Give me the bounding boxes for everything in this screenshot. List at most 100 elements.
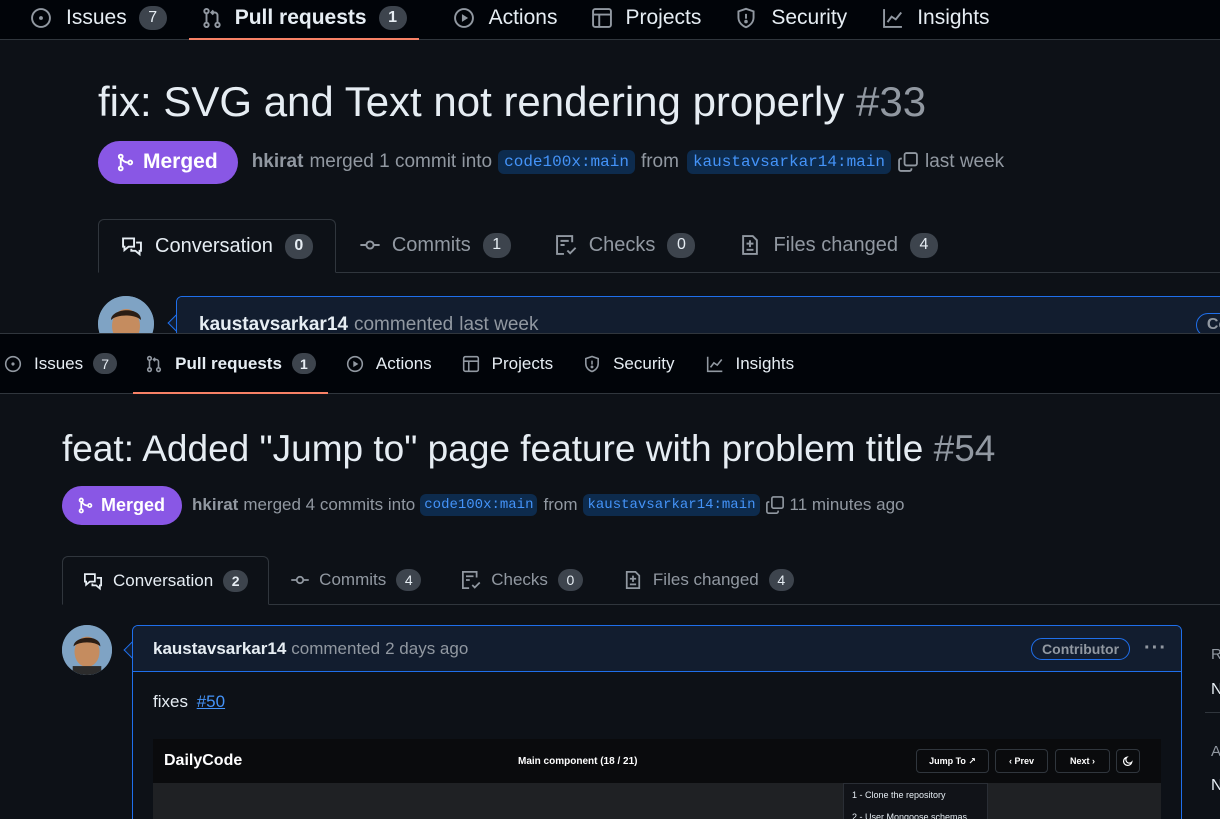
kebab-menu-icon[interactable]: ··· bbox=[1144, 637, 1167, 660]
nav-insights-label: Insights bbox=[917, 6, 989, 30]
pr-title-text: fix: SVG and Text not rendering properly bbox=[98, 78, 844, 125]
table-icon bbox=[591, 7, 613, 29]
merged-badge-label: Merged bbox=[143, 150, 218, 174]
embedded-app-header: DailyCode Main component (18 / 21) Jump … bbox=[153, 739, 1161, 783]
pr-number: #33 bbox=[856, 78, 926, 125]
comment-header: kaustavsarkar14 commented 2 days ago Con… bbox=[133, 626, 1181, 672]
nav-actions[interactable]: Actions bbox=[346, 334, 432, 393]
tab-commits-count: 1 bbox=[483, 233, 511, 258]
nav-issues[interactable]: Issues 7 bbox=[30, 0, 167, 39]
old-pr-screenshot: Issues 7 Pull requests 1 Actions Project… bbox=[0, 0, 1220, 333]
comment-author[interactable]: kaustavsarkar14 bbox=[199, 314, 348, 334]
pr-tabs: Conversation 0 Commits 1 Checks 0 Files … bbox=[98, 219, 1220, 273]
pr-title: fix: SVG and Text not rendering properly… bbox=[98, 78, 926, 126]
copy-icon[interactable] bbox=[765, 495, 785, 515]
comment-action: commented bbox=[354, 314, 453, 334]
nav-issues-count: 7 bbox=[93, 353, 117, 374]
git-pull-request-icon bbox=[201, 7, 223, 29]
pr-meta: Merged hkirat merged 1 commit into code1… bbox=[98, 141, 1004, 183]
tab-conversation-count: 0 bbox=[285, 234, 313, 259]
nav-pull-requests[interactable]: Pull requests 1 bbox=[145, 334, 316, 393]
nav-issues-label: Issues bbox=[66, 6, 127, 30]
pr-merge-text: merged 1 commit into bbox=[309, 151, 492, 173]
tab-conversation-label: Conversation bbox=[113, 571, 213, 591]
tab-files-changed[interactable]: Files changed 4 bbox=[717, 218, 960, 272]
git-commit-icon bbox=[358, 234, 382, 256]
tab-checks-count: 0 bbox=[558, 569, 583, 591]
nav-projects[interactable]: Projects bbox=[591, 0, 701, 39]
avatar[interactable] bbox=[98, 296, 154, 333]
nav-security-label: Security bbox=[613, 354, 674, 374]
tab-checks[interactable]: Checks 0 bbox=[441, 555, 603, 604]
embedded-app-heading: Main component (18 / 21) bbox=[518, 756, 637, 767]
next-button[interactable]: Next › bbox=[1055, 749, 1110, 773]
pr-title: feat: Added "Jump to" page feature with … bbox=[62, 428, 995, 470]
base-branch[interactable]: code100x:main bbox=[420, 494, 537, 516]
jump-to-menu-item[interactable]: 1 - Clone the repository bbox=[844, 784, 987, 806]
nav-insights[interactable]: Insights bbox=[881, 0, 989, 39]
nav-actions-label: Actions bbox=[376, 354, 432, 374]
tab-conversation[interactable]: Conversation 2 bbox=[62, 556, 269, 605]
comment-box: kaustavsarkar14 commented last week Cont… bbox=[176, 296, 1220, 333]
theme-toggle-icon[interactable] bbox=[1116, 749, 1140, 773]
comment-discussion-icon bbox=[83, 571, 103, 591]
merged-badge: Merged bbox=[98, 141, 238, 184]
tab-checks-count: 0 bbox=[667, 233, 695, 258]
tab-files-changed[interactable]: Files changed 4 bbox=[603, 555, 814, 604]
nav-projects[interactable]: Projects bbox=[462, 334, 553, 393]
nav-projects-label: Projects bbox=[625, 6, 701, 30]
sidebar-reviewers-heading: R bbox=[1211, 646, 1220, 663]
pr-merger[interactable]: hkirat bbox=[192, 495, 238, 515]
tab-conversation[interactable]: Conversation 0 bbox=[98, 219, 336, 273]
pr-from-text: from bbox=[641, 151, 679, 173]
git-merge-icon bbox=[77, 497, 94, 514]
avatar[interactable] bbox=[62, 625, 112, 675]
contributor-badge: Contri bbox=[1196, 313, 1220, 334]
comment-author[interactable]: kaustavsarkar14 bbox=[153, 639, 286, 659]
sidebar-reviewers-value: N bbox=[1211, 681, 1220, 699]
base-branch[interactable]: code100x:main bbox=[498, 150, 635, 174]
merged-badge: Merged bbox=[62, 486, 182, 525]
issue-opened-icon bbox=[4, 355, 22, 373]
jump-to-button[interactable]: Jump To ↗ bbox=[916, 749, 989, 773]
nav-pull-requests[interactable]: Pull requests 1 bbox=[201, 0, 407, 39]
pr-merge-time: 11 minutes ago bbox=[790, 495, 905, 515]
pr-title-text: feat: Added "Jump to" page feature with … bbox=[62, 428, 923, 469]
issue-link[interactable]: #50 bbox=[197, 692, 225, 711]
pr-merger[interactable]: hkirat bbox=[252, 151, 304, 173]
pr-number: #54 bbox=[934, 428, 996, 469]
copy-icon[interactable] bbox=[897, 151, 919, 173]
comment-discussion-icon bbox=[121, 235, 143, 257]
tab-files-changed-label: Files changed bbox=[653, 570, 759, 590]
nav-security[interactable]: Security bbox=[583, 334, 674, 393]
sidebar-assignees-value: N bbox=[1211, 777, 1220, 795]
nav-actions[interactable]: Actions bbox=[453, 0, 558, 39]
embedded-app-screenshot: DailyCode Main component (18 / 21) Jump … bbox=[153, 739, 1161, 819]
checklist-icon bbox=[555, 234, 577, 256]
nav-security[interactable]: Security bbox=[735, 0, 847, 39]
tab-commits[interactable]: Commits 1 bbox=[336, 218, 533, 272]
tab-checks-label: Checks bbox=[589, 234, 656, 257]
prev-button[interactable]: ‹ Prev bbox=[995, 749, 1048, 773]
tab-checks-label: Checks bbox=[491, 570, 548, 590]
nav-issues[interactable]: Issues 7 bbox=[4, 334, 117, 393]
git-commit-icon bbox=[289, 570, 311, 590]
comment-box: kaustavsarkar14 commented 2 days ago Con… bbox=[132, 625, 1182, 819]
comment-header: kaustavsarkar14 commented last week Cont… bbox=[177, 297, 1220, 333]
merged-badge-label: Merged bbox=[101, 495, 165, 516]
issue-opened-icon bbox=[30, 7, 52, 29]
pr-merge-text: merged 4 commits into bbox=[243, 495, 415, 515]
head-branch[interactable]: kaustavsarkar14:main bbox=[583, 494, 759, 516]
contributor-badge: Contributor bbox=[1031, 638, 1130, 660]
tab-commits[interactable]: Commits 4 bbox=[269, 555, 441, 604]
tab-commits-label: Commits bbox=[392, 234, 471, 257]
jump-to-menu-item[interactable]: 2 - User Mongoose schemas bbox=[844, 806, 987, 819]
tab-checks[interactable]: Checks 0 bbox=[533, 218, 718, 272]
pr-meta: Merged hkirat merged 4 commits into code… bbox=[62, 485, 905, 525]
comment-body-text: fixes bbox=[153, 692, 188, 711]
comment-time[interactable]: last week bbox=[459, 314, 538, 334]
head-branch[interactable]: kaustavsarkar14:main bbox=[687, 150, 891, 174]
shield-icon bbox=[583, 355, 601, 373]
comment-time[interactable]: 2 days ago bbox=[385, 639, 468, 659]
nav-insights[interactable]: Insights bbox=[705, 334, 795, 393]
